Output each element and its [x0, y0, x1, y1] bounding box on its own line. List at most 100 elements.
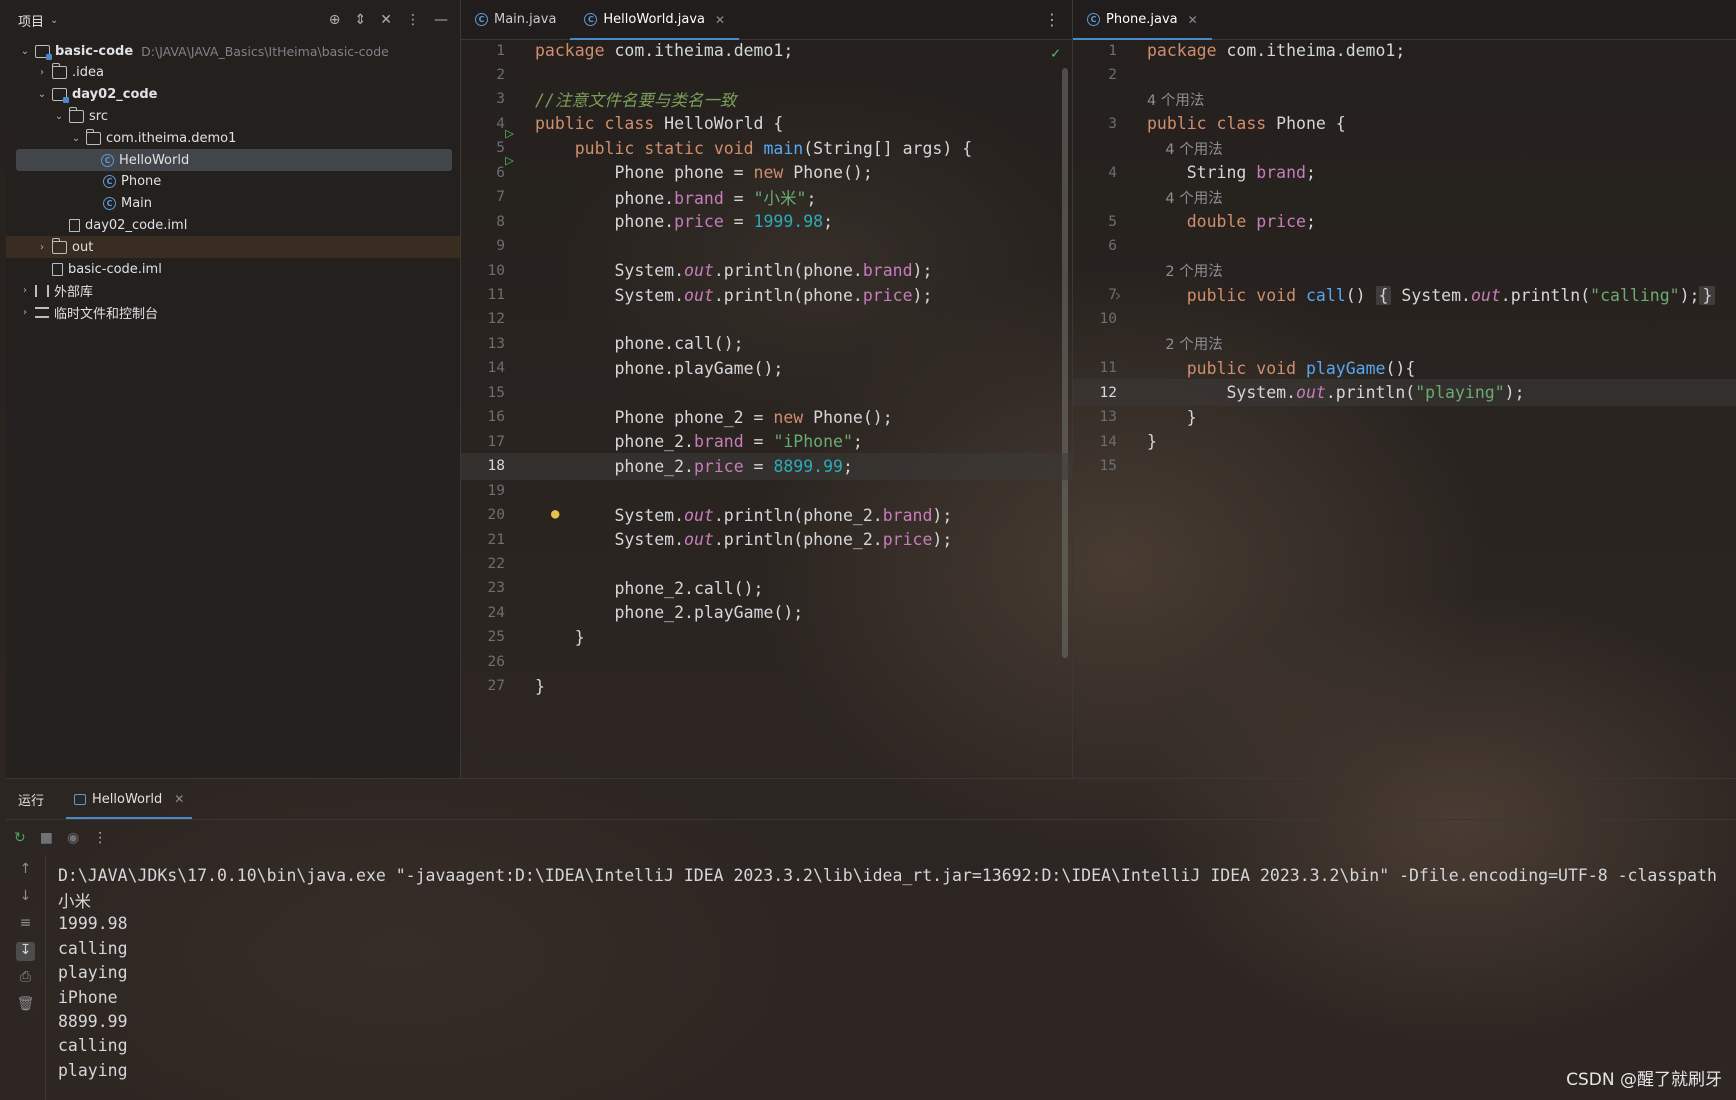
token-static: out: [1470, 285, 1501, 305]
code-line[interactable]: 7 › public void call() { System.out.print…: [1073, 282, 1736, 309]
tree-item-idea[interactable]: › .idea: [18, 62, 104, 84]
code-line[interactable]: 1 package com.itheima.demo1;: [1073, 40, 1736, 64]
fold-expand-icon[interactable]: ›: [1113, 286, 1123, 305]
helloworld-editor[interactable]: ✓ ▷ ▷ ● 1 package com.itheima.demo1; 2 3//注…: [461, 40, 1072, 778]
arrow-up-icon[interactable]: ↑: [20, 861, 32, 880]
code-line[interactable]: 20 System.out.println(phone_2.brand);: [461, 502, 1072, 529]
scroll-to-end-icon[interactable]: ↧: [15, 942, 36, 961]
code-line[interactable]: 6: [1073, 233, 1736, 260]
usage-hint-line[interactable]: 2 个用法: [1073, 330, 1736, 357]
project-title-dropdown[interactable]: 项目 ⌄: [18, 11, 58, 30]
code-line[interactable]: 25 }: [461, 624, 1072, 651]
more-options-icon[interactable]: ⋮: [93, 830, 107, 846]
code-line[interactable]: 18 phone_2.price = 8899.99;: [461, 452, 1072, 480]
arrow-down-icon[interactable]: ↓: [20, 888, 32, 907]
chevron-right-icon[interactable]: ›: [35, 242, 49, 253]
close-run-tab-icon[interactable]: ✕: [174, 792, 184, 806]
code-line[interactable]: 13 }: [1073, 404, 1736, 431]
tree-item-day02-code-iml[interactable]: day02_code.iml: [18, 214, 187, 236]
console-output[interactable]: D:\JAVA\JDKs\17.0.10\bin\java.exe "-java…: [58, 863, 1736, 1083]
code-line[interactable]: 11 System.out.println(phone.price);: [461, 282, 1072, 309]
tree-item-[interactable]: › 临时文件和控制台: [18, 302, 158, 324]
camera-snapshot-icon[interactable]: ◉: [67, 830, 79, 846]
code-line[interactable]: 9: [461, 233, 1072, 260]
print-icon[interactable]: ⎙: [20, 969, 31, 988]
code-line[interactable]: 24 phone_2.playGame();: [461, 599, 1072, 626]
code-line[interactable]: 12: [461, 306, 1072, 333]
code-line[interactable]: 6 Phone phone = new Phone();: [461, 159, 1072, 186]
locate-file-icon[interactable]: ⊕: [329, 12, 341, 28]
usage-hint-line[interactable]: 4 个用法: [1073, 86, 1736, 113]
tree-item-src[interactable]: ⌄ src: [18, 105, 108, 127]
token-code: String: [1147, 163, 1257, 183]
close-tab-icon[interactable]: ✕: [715, 13, 725, 27]
chevron-right-icon[interactable]: ›: [35, 67, 49, 78]
code-line[interactable]: 4 String brand;: [1073, 159, 1736, 186]
chevron-right-icon[interactable]: ›: [18, 307, 32, 318]
code-line[interactable]: 26: [461, 648, 1072, 675]
code-line[interactable]: 12 System.out.println("playing");: [1073, 379, 1736, 407]
tree-item-helloworld[interactable]: C HelloWorld: [16, 149, 452, 171]
soft-wrap-icon[interactable]: ≡: [20, 915, 32, 934]
more-tabs-icon[interactable]: ⋮: [1044, 10, 1072, 29]
code-line[interactable]: 10 System.out.println(phone.brand);: [461, 257, 1072, 284]
close-tab-icon[interactable]: ✕: [1188, 13, 1198, 27]
run-tab-helloworld[interactable]: HelloWorld ✕: [66, 779, 193, 819]
code-line[interactable]: 14}: [1073, 428, 1736, 455]
code-line[interactable]: 1 package com.itheima.demo1;: [461, 40, 1072, 64]
usage-hint-line[interactable]: 4 个用法: [1073, 184, 1736, 211]
code-line[interactable]: 5 public static void main(String[] args)…: [461, 135, 1072, 162]
code-line[interactable]: 2: [461, 61, 1072, 88]
code-line[interactable]: 11 public void playGame(){: [1073, 355, 1736, 382]
code-line[interactable]: 15: [1073, 453, 1736, 480]
stop-icon[interactable]: ■: [40, 830, 53, 846]
code-line[interactable]: 17 phone_2.brand = "iPhone";: [461, 428, 1072, 455]
tree-item-out[interactable]: › out: [6, 236, 461, 259]
code-line[interactable]: 8 phone.price = 1999.98;: [461, 208, 1072, 235]
tree-item-day02-code[interactable]: ⌄ day02_code: [18, 84, 158, 106]
collapse-all-icon[interactable]: ✕: [380, 12, 392, 28]
code-line[interactable]: 23 phone_2.call();: [461, 575, 1072, 602]
usage-hint-line[interactable]: 4 个用法: [1073, 135, 1736, 162]
chevron-right-icon[interactable]: ›: [18, 285, 32, 296]
rerun-icon[interactable]: ↻: [14, 830, 26, 846]
tree-item-basic-code[interactable]: ⌄ basic-code D:\JAVA\JAVA_Basics\ItHeima\b…: [18, 40, 389, 62]
code-line[interactable]: 5 double price;: [1073, 208, 1736, 235]
code-line[interactable]: 2: [1073, 61, 1736, 88]
tab-helloworld-java[interactable]: C HelloWorld.java ✕: [570, 0, 739, 40]
code-line[interactable]: 3 //注意文件名要与类名一致: [461, 86, 1072, 113]
token-folded[interactable]: }: [1699, 285, 1716, 305]
more-options-icon[interactable]: ⋮: [406, 12, 420, 28]
tree-item-main[interactable]: C Main: [18, 193, 152, 215]
chevron-down-icon[interactable]: ⌄: [52, 111, 66, 122]
code-line[interactable]: 3 public class Phone {: [1073, 110, 1736, 137]
token-code: }: [1147, 432, 1157, 452]
code-line[interactable]: 21 System.out.println(phone_2.price);: [461, 526, 1072, 553]
hide-panel-icon[interactable]: —: [434, 12, 448, 28]
code-line[interactable]: 19: [461, 477, 1072, 504]
code-line[interactable]: 15: [461, 379, 1072, 406]
phone-editor[interactable]: 1 package com.itheima.demo1; 2 4 个用法 3 public…: [1073, 40, 1736, 778]
tree-item-[interactable]: › 外部库: [18, 280, 93, 302]
tree-item-basic-code-iml[interactable]: basic-code.iml: [18, 258, 162, 280]
code-line[interactable]: 10: [1073, 306, 1736, 333]
code-line[interactable]: 27}: [461, 673, 1072, 700]
trash-icon[interactable]: 🗑: [17, 996, 35, 1015]
chevron-down-icon[interactable]: ⌄: [18, 46, 32, 57]
tree-item-com-itheima-demo1[interactable]: ⌄ com.itheima.demo1: [18, 127, 236, 149]
tree-item-phone[interactable]: C Phone: [18, 171, 161, 193]
code-line[interactable]: 16 Phone phone_2 = new Phone();: [461, 404, 1072, 431]
expand-all-icon[interactable]: ⇕: [355, 12, 367, 28]
token-folded[interactable]: {: [1375, 285, 1392, 305]
code-line[interactable]: 4 public class HelloWorld {: [461, 110, 1072, 137]
code-line[interactable]: 14 phone.playGame();: [461, 355, 1072, 382]
code-line[interactable]: 7 phone.brand = "小米";: [461, 184, 1072, 211]
chevron-down-icon[interactable]: ⌄: [69, 133, 83, 144]
code-line[interactable]: 13 phone.call();: [461, 330, 1072, 357]
code-line[interactable]: 22: [461, 550, 1072, 577]
chevron-down-icon[interactable]: ⌄: [35, 89, 49, 100]
usage-hint-line[interactable]: 2 个用法: [1073, 257, 1736, 284]
tab-phone-java[interactable]: C Phone.java ✕: [1073, 0, 1212, 40]
token-code: ;: [852, 432, 863, 452]
tab-main-java[interactable]: C Main.java: [461, 0, 570, 39]
